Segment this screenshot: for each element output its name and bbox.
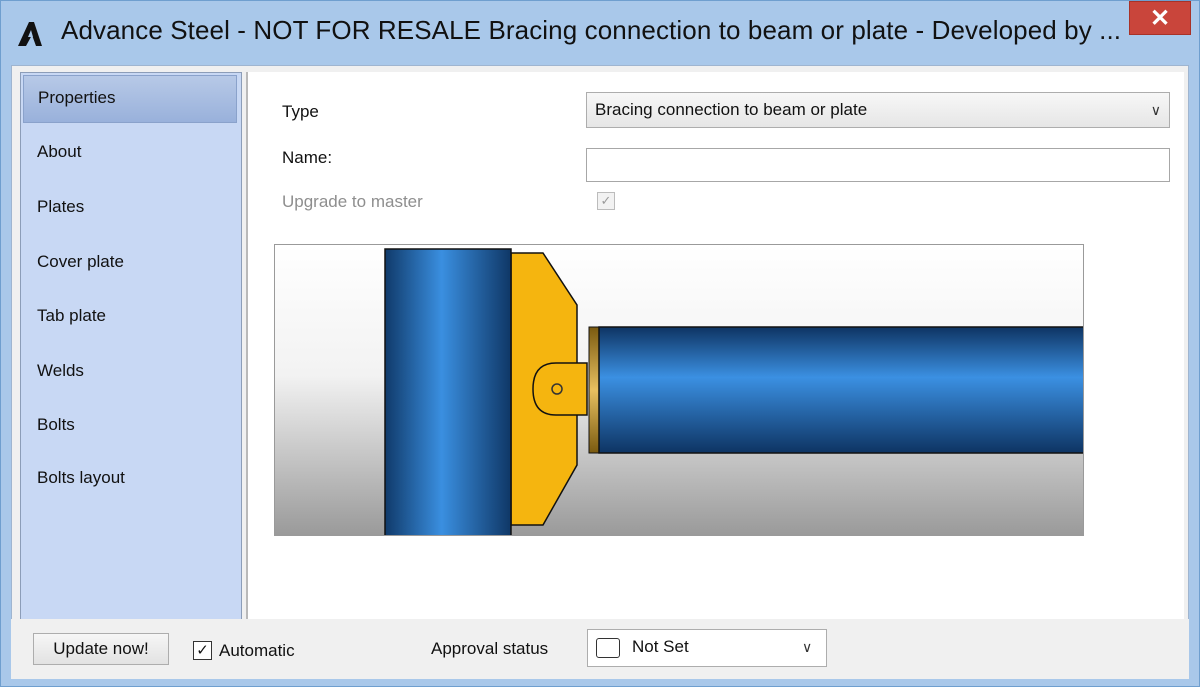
sidebar: Properties About Plates Cover plate Tab …: [20, 72, 242, 627]
dialog-body: Properties About Plates Cover plate Tab …: [11, 65, 1189, 677]
name-label: Name:: [282, 148, 333, 167]
name-input[interactable]: [586, 148, 1170, 182]
bottom-toolbar: Update now! ✓ Automatic Approval status …: [11, 619, 1189, 679]
upgrade-to-master-label: Upgrade to master: [282, 192, 423, 211]
type-label: Type: [282, 102, 319, 121]
approval-status-value: Not Set: [632, 637, 689, 656]
chevron-down-icon: ∨: [1150, 102, 1161, 118]
sidebar-item-welds[interactable]: Welds: [23, 349, 237, 397]
automatic-label: Automatic: [219, 641, 295, 660]
window-title: Advance Steel - NOT FOR RESALE Bracing c…: [61, 15, 1122, 45]
update-now-button[interactable]: Update now!: [33, 633, 169, 665]
app-logo-icon: [15, 19, 45, 49]
approval-status-select[interactable]: Not Set ∨: [587, 629, 827, 667]
chevron-down-icon: ∨: [802, 639, 813, 655]
sidebar-item-tab-plate[interactable]: Tab plate: [23, 294, 237, 342]
type-select[interactable]: Bracing connection to beam or plate ∨: [586, 92, 1170, 128]
properties-panel: Type Bracing connection to beam or plate…: [248, 72, 1184, 627]
bracing-connection-illustration: [275, 245, 1083, 535]
sidebar-item-properties[interactable]: Properties: [23, 75, 237, 123]
sidebar-item-bolts-layout[interactable]: Bolts layout: [23, 456, 237, 504]
sidebar-item-bolts[interactable]: Bolts: [23, 403, 237, 451]
type-select-value: Bracing connection to beam or plate: [595, 100, 868, 119]
close-button[interactable]: ✕: [1129, 1, 1191, 35]
sidebar-item-plates[interactable]: Plates: [23, 185, 237, 233]
approval-status-label: Approval status: [431, 639, 549, 658]
sidebar-item-about[interactable]: About: [23, 130, 237, 178]
automatic-checkbox[interactable]: ✓: [193, 641, 212, 660]
connection-preview-image: [274, 244, 1084, 536]
upgrade-to-master-checkbox[interactable]: ✓: [597, 192, 615, 210]
title-bar: Advance Steel - NOT FOR RESALE Bracing c…: [1, 1, 1199, 65]
dialog-window: Advance Steel - NOT FOR RESALE Bracing c…: [0, 0, 1200, 687]
sidebar-item-cover-plate[interactable]: Cover plate: [23, 240, 237, 288]
status-color-swatch: [596, 638, 620, 658]
